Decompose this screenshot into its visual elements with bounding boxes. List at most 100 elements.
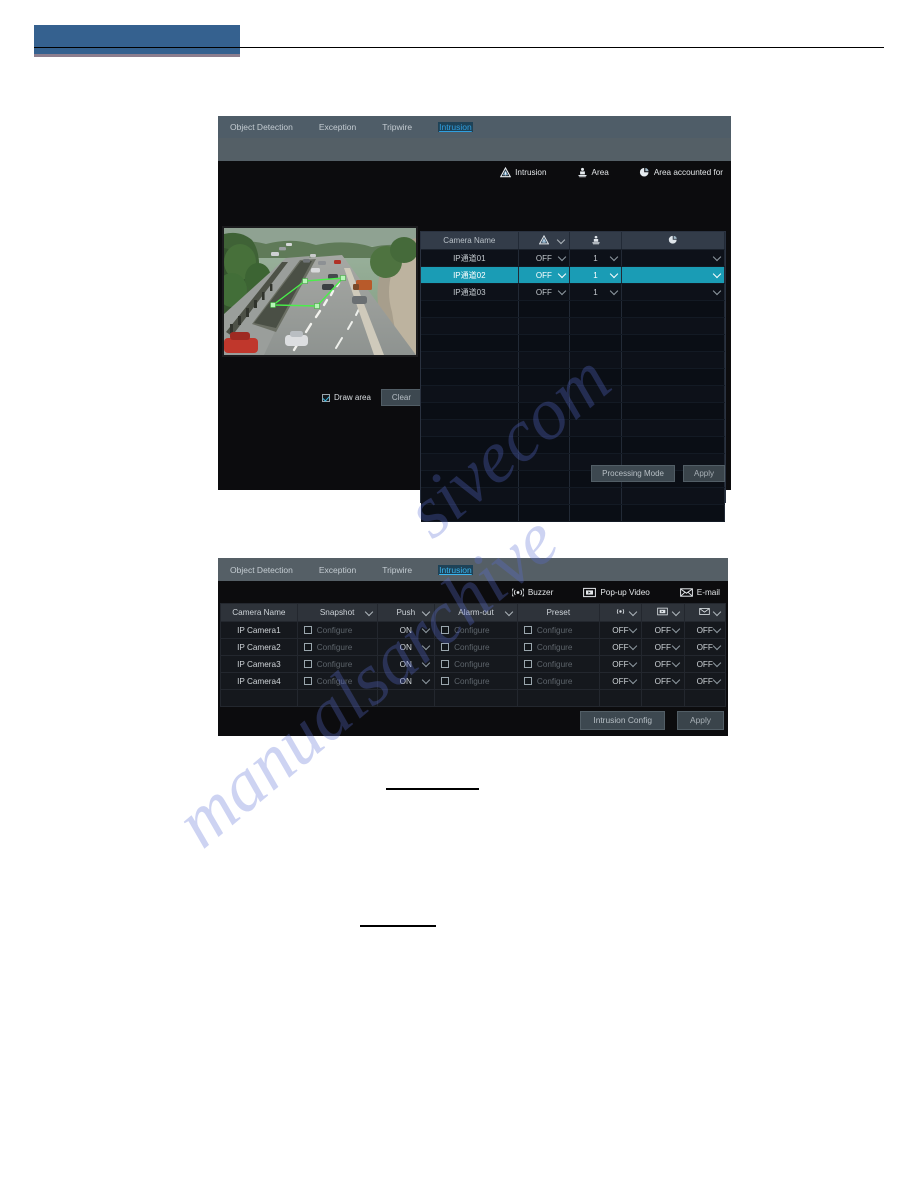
snapshot-configure-label[interactable]: Configure	[317, 677, 353, 686]
chevron-down-icon[interactable]	[671, 641, 680, 651]
cell-snapshot[interactable]: Configure	[296, 638, 378, 656]
preset-checkbox[interactable]	[523, 626, 532, 634]
tab-tripwire[interactable]: Tripwire	[382, 122, 412, 132]
clear-button[interactable]: Clear	[380, 389, 423, 406]
cell-popup-video[interactable]: OFF	[641, 621, 685, 639]
intrusion-config-button[interactable]: Intrusion Config	[580, 711, 666, 730]
preset-configure-label[interactable]: Configure	[537, 626, 573, 635]
cell-intrusion-toggle[interactable]: OFF	[518, 266, 571, 284]
cell-buzzer[interactable]: OFF	[598, 672, 643, 690]
chevron-down-icon[interactable]	[609, 252, 619, 262]
col-buzzer[interactable]	[598, 603, 643, 622]
preset-checkbox[interactable]	[523, 660, 532, 668]
table-row[interactable]: IP通道03 OFF 1	[421, 283, 726, 301]
chevron-down-icon[interactable]	[712, 286, 722, 296]
cell-email[interactable]: OFF	[683, 655, 727, 673]
tab-object-detection[interactable]: Object Detection	[230, 122, 293, 132]
tab-object-detection[interactable]: Object Detection	[230, 565, 293, 575]
cell-popup-video[interactable]: OFF	[641, 655, 685, 673]
chevron-down-icon[interactable]	[628, 658, 638, 668]
chevron-down-icon[interactable]	[421, 641, 431, 651]
chevron-down-icon[interactable]	[556, 235, 566, 244]
table-row[interactable]: IP通道01 OFF 1	[421, 249, 726, 267]
col-push[interactable]: Push	[376, 603, 436, 622]
cell-snapshot[interactable]: Configure	[296, 672, 378, 690]
tab-tripwire[interactable]: Tripwire	[382, 565, 412, 575]
cell-alarm-out[interactable]: Configure	[434, 672, 518, 690]
col-email[interactable]	[683, 603, 727, 622]
chevron-down-icon[interactable]	[557, 252, 567, 262]
cell-popup-video[interactable]: OFF	[641, 638, 685, 656]
preset-configure-label[interactable]: Configure	[537, 643, 573, 652]
chevron-down-icon[interactable]	[712, 641, 722, 651]
tab-intrusion[interactable]: Intrusion	[438, 564, 473, 575]
chevron-down-icon[interactable]	[712, 607, 722, 616]
snapshot-checkbox[interactable]	[303, 626, 312, 634]
chevron-down-icon[interactable]	[364, 607, 373, 616]
preset-configure-label[interactable]: Configure	[537, 660, 573, 669]
tab-exception[interactable]: Exception	[319, 565, 356, 575]
cell-snapshot[interactable]: Configure	[296, 655, 378, 673]
snapshot-checkbox[interactable]	[303, 677, 312, 685]
cell-area-accounted-select[interactable]	[621, 266, 726, 284]
table-row[interactable]: IP Camera4 Configure ON Configure Configure O…	[220, 672, 727, 690]
alarm-out-configure-label[interactable]: Configure	[454, 626, 490, 635]
cell-area-accounted-select[interactable]	[621, 249, 726, 267]
chevron-down-icon[interactable]	[712, 252, 722, 262]
chevron-down-icon[interactable]	[421, 607, 431, 616]
alarm-out-configure-label[interactable]: Configure	[454, 643, 490, 652]
cell-area-accounted-select[interactable]	[621, 283, 726, 301]
cell-area-select[interactable]: 1	[569, 283, 622, 301]
snapshot-configure-label[interactable]: Configure	[317, 643, 353, 652]
chevron-down-icon[interactable]	[671, 624, 680, 634]
alarm-out-checkbox[interactable]	[441, 626, 450, 634]
col-snapshot[interactable]: Snapshot	[296, 603, 378, 622]
alarm-out-checkbox[interactable]	[441, 677, 450, 685]
chevron-down-icon[interactable]	[628, 641, 638, 651]
snapshot-checkbox[interactable]	[303, 643, 312, 651]
cell-push[interactable]: ON	[376, 672, 436, 690]
cell-buzzer[interactable]: OFF	[598, 638, 643, 656]
cell-alarm-out[interactable]: Configure	[434, 638, 518, 656]
chevron-down-icon[interactable]	[712, 675, 722, 685]
chevron-down-icon[interactable]	[628, 607, 638, 616]
chevron-down-icon[interactable]	[712, 658, 722, 668]
snapshot-configure-label[interactable]: Configure	[317, 660, 353, 669]
chevron-down-icon[interactable]	[628, 675, 638, 685]
chevron-down-icon[interactable]	[421, 675, 431, 685]
cell-push[interactable]: ON	[376, 638, 436, 656]
cell-area-select[interactable]: 1	[569, 266, 622, 284]
chevron-down-icon[interactable]	[421, 658, 431, 668]
cell-preset[interactable]: Configure	[516, 638, 600, 656]
tab-intrusion[interactable]: Intrusion	[438, 122, 473, 132]
cell-alarm-out[interactable]: Configure	[434, 655, 518, 673]
chevron-down-icon[interactable]	[609, 286, 619, 296]
camera-preview[interactable]	[222, 226, 418, 357]
col-intrusion[interactable]	[518, 232, 571, 250]
alarm-out-checkbox[interactable]	[441, 660, 450, 668]
chevron-down-icon[interactable]	[557, 269, 567, 279]
cell-preset[interactable]: Configure	[516, 655, 600, 673]
tab-exception[interactable]: Exception	[319, 122, 356, 132]
alarm-out-configure-label[interactable]: Configure	[454, 660, 490, 669]
cell-alarm-out[interactable]: Configure	[434, 621, 518, 639]
snapshot-checkbox[interactable]	[303, 660, 312, 668]
cell-push[interactable]: ON	[376, 621, 436, 639]
cell-intrusion-toggle[interactable]: OFF	[518, 283, 571, 301]
cell-area-select[interactable]: 1	[569, 249, 622, 267]
chevron-down-icon[interactable]	[504, 607, 514, 616]
processing-mode-button[interactable]: Processing Mode	[591, 465, 675, 482]
table-row[interactable]: IP Camera2 Configure ON Configure Configure O…	[220, 638, 727, 656]
chevron-down-icon[interactable]	[671, 675, 680, 685]
cell-email[interactable]: OFF	[683, 638, 727, 656]
preset-checkbox[interactable]	[523, 677, 532, 685]
table-row[interactable]: IP Camera3 Configure ON Configure Configure O…	[220, 655, 727, 673]
cell-buzzer[interactable]: OFF	[598, 621, 643, 639]
cell-intrusion-toggle[interactable]: OFF	[518, 249, 571, 267]
preset-checkbox[interactable]	[523, 643, 532, 651]
chevron-down-icon[interactable]	[557, 286, 567, 296]
table-row[interactable]: IP Camera1 Configure ON Configure Configure O…	[220, 621, 727, 639]
alarm-out-configure-label[interactable]: Configure	[454, 677, 490, 686]
snapshot-configure-label[interactable]: Configure	[317, 626, 353, 635]
preset-configure-label[interactable]: Configure	[537, 677, 573, 686]
